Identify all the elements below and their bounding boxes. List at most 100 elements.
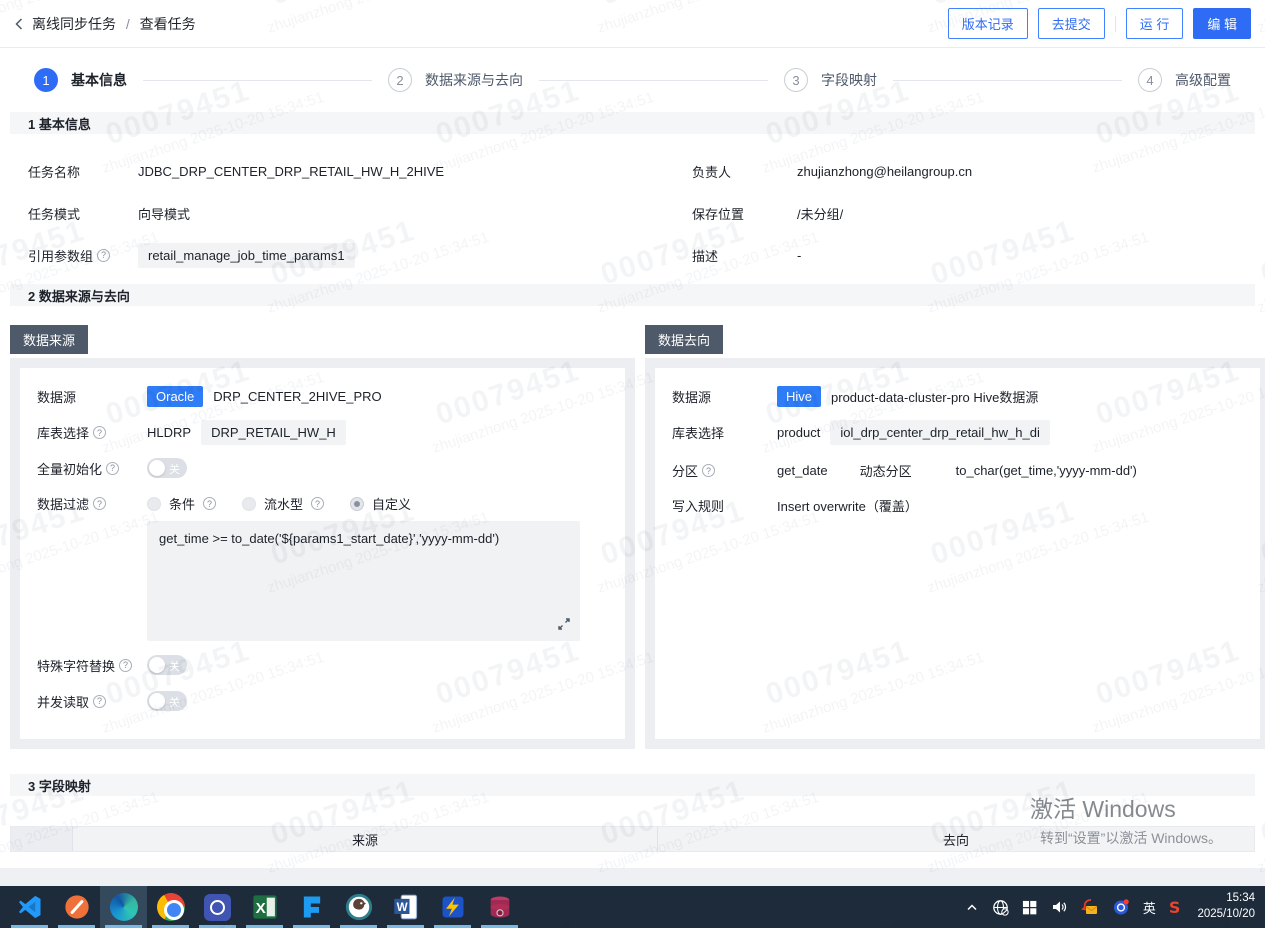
back-button[interactable]: [12, 17, 26, 31]
partition-row: 分区 get_date 动态分区 to_char(get_time,'yyyy-…: [672, 461, 1244, 480]
step-basic-info[interactable]: 1 基本信息: [34, 68, 127, 92]
partition-label: 分区: [672, 461, 777, 480]
concurrent-read-toggle[interactable]: 关: [147, 691, 187, 711]
save-location-label: 保存位置: [692, 204, 797, 223]
database-app-icon[interactable]: [476, 886, 523, 928]
breadcrumb-parent[interactable]: 离线同步任务: [32, 16, 116, 32]
radio-icon[interactable]: [147, 497, 161, 511]
step-source-dest[interactable]: 2 数据来源与去向: [388, 68, 523, 92]
run-button[interactable]: 运 行: [1126, 8, 1184, 39]
step-advanced-config[interactable]: 4 高级配置: [1138, 68, 1231, 92]
datasource-value: Hive product-data-cluster-pro Hive数据源: [777, 386, 1038, 407]
source-column: 数据来源 数据源 Oracle DRP_CENTER_2HIVE_PRO 库表选…: [10, 325, 635, 749]
tray-expand-icon[interactable]: [965, 900, 979, 914]
step-number: 4: [1138, 68, 1162, 92]
basic-info-right-column: 负责人 zhujianzhong@heilangroup.cn 保存位置 /未分…: [632, 150, 1265, 276]
full-init-toggle[interactable]: 关: [147, 458, 187, 478]
partition-field: get_date: [777, 463, 828, 478]
help-icon[interactable]: [106, 462, 119, 475]
taskbar-clock[interactable]: 15:34 2025/10/20: [1193, 891, 1255, 922]
mapping-dest-column-header: 去向: [658, 827, 1254, 851]
partition-mode: 动态分区: [860, 461, 912, 480]
table-select-value: product iol_drp_center_drp_retail_hw_h_d…: [777, 420, 1050, 445]
excel-icon[interactable]: X: [241, 886, 288, 928]
help-icon[interactable]: [93, 497, 106, 510]
param-group-label: 引用参数组: [28, 246, 138, 265]
hive-badge: Hive: [777, 386, 821, 407]
version-history-button[interactable]: 版本记录: [948, 8, 1028, 39]
source-tab: 数据来源: [10, 325, 88, 354]
toggle-knob: [149, 460, 165, 476]
full-init-label: 全量初始化: [37, 459, 147, 478]
toggle-state: 关: [169, 694, 180, 710]
toggle-knob: [149, 657, 165, 673]
foxmail-tray-icon[interactable]: [1081, 898, 1099, 916]
source-datasource-row: 数据源 Oracle DRP_CENTER_2HIVE_PRO: [37, 386, 609, 407]
special-char-toggle[interactable]: 关: [147, 655, 187, 675]
owner-value: zhujianzhong@heilangroup.cn: [797, 164, 972, 179]
help-icon[interactable]: [119, 659, 132, 672]
top-bar: 离线同步任务 / 查看任务 版本记录 去提交 运 行 编 辑: [0, 0, 1265, 48]
submit-button[interactable]: 去提交: [1038, 8, 1105, 39]
save-location-row: 保存位置 /未分组/: [632, 192, 1265, 234]
ime-language-indicator[interactable]: 英: [1143, 898, 1156, 917]
ring-app-icon[interactable]: [194, 886, 241, 928]
help-icon[interactable]: [97, 249, 110, 262]
write-rule-row: 写入规则 Insert overwrite（覆盖）: [672, 496, 1244, 515]
description-row: 描述 -: [632, 234, 1265, 276]
data-filter-options: 条件 流水型 自定义: [147, 494, 437, 513]
task-name-value: JDBC_DRP_CENTER_DRP_RETAIL_HW_H_2HIVE: [138, 164, 444, 179]
help-icon[interactable]: [203, 497, 216, 510]
help-icon[interactable]: [93, 695, 106, 708]
help-icon[interactable]: [311, 497, 324, 510]
radio-icon-selected[interactable]: [350, 497, 364, 511]
pencil-app-icon[interactable]: [53, 886, 100, 928]
table-select-label: 库表选择: [37, 423, 147, 442]
taskbar-apps: X W: [0, 886, 523, 928]
write-rule-label: 写入规则: [672, 496, 777, 515]
basic-info-left-column: 任务名称 JDBC_DRP_CENTER_DRP_RETAIL_HW_H_2HI…: [0, 150, 632, 276]
filter-option-condition[interactable]: 条件: [147, 494, 216, 513]
volume-icon[interactable]: [1050, 898, 1068, 916]
mapping-source-column-header: 来源: [73, 827, 658, 851]
notification-app-icon[interactable]: [1112, 898, 1130, 916]
edit-button[interactable]: 编 辑: [1193, 8, 1251, 39]
chrome-icon[interactable]: [147, 886, 194, 928]
param-group-row: 引用参数组 retail_manage_job_time_params1: [0, 234, 632, 276]
dest-table-chip: iol_drp_center_drp_retail_hw_h_di: [830, 420, 1049, 445]
task-name-label: 任务名称: [28, 162, 138, 181]
mail-app-icon[interactable]: [429, 886, 476, 928]
step-number: 2: [388, 68, 412, 92]
radio-icon[interactable]: [242, 497, 256, 511]
dbeaver-icon[interactable]: [335, 886, 382, 928]
filter-option-incremental[interactable]: 流水型: [242, 494, 324, 513]
step-label: 数据来源与去向: [425, 70, 523, 90]
section-field-mapping-header: 3 字段映射: [10, 774, 1255, 796]
filter-expression-editor[interactable]: get_time >= to_date('${params1_start_dat…: [147, 521, 580, 641]
chevron-left-icon: [12, 17, 26, 31]
owner-label: 负责人: [692, 162, 797, 181]
f-app-icon[interactable]: [288, 886, 335, 928]
sogou-icon[interactable]: S: [1169, 898, 1181, 917]
partition-value: get_date 动态分区 to_char(get_time,'yyyy-mm-…: [777, 461, 1137, 480]
vscode-icon[interactable]: [6, 886, 53, 928]
oracle-badge: Oracle: [147, 386, 203, 407]
step-field-mapping[interactable]: 3 字段映射: [784, 68, 877, 92]
help-icon[interactable]: [93, 426, 106, 439]
save-location-value: /未分组/: [797, 204, 843, 223]
description-label: 描述: [692, 246, 797, 265]
task-name-row: 任务名称 JDBC_DRP_CENTER_DRP_RETAIL_HW_H_2HI…: [0, 150, 632, 192]
expand-icon[interactable]: [557, 617, 571, 634]
data-filter-label: 数据过滤: [37, 494, 147, 513]
task-mode-value: 向导模式: [138, 204, 190, 223]
word-icon[interactable]: W: [382, 886, 429, 928]
windows-security-icon[interactable]: [1022, 900, 1037, 915]
source-panel: 数据源 Oracle DRP_CENTER_2HIVE_PRO 库表选择 HLD…: [10, 358, 635, 749]
edge-icon[interactable]: [100, 886, 147, 928]
help-icon[interactable]: [702, 464, 715, 477]
breadcrumb-current: 查看任务: [140, 16, 196, 32]
network-globe-icon[interactable]: [992, 899, 1009, 916]
filter-option-custom[interactable]: 自定义: [350, 494, 411, 513]
action-buttons: 版本记录 去提交 运 行 编 辑: [948, 8, 1251, 39]
svg-text:X: X: [255, 900, 265, 917]
